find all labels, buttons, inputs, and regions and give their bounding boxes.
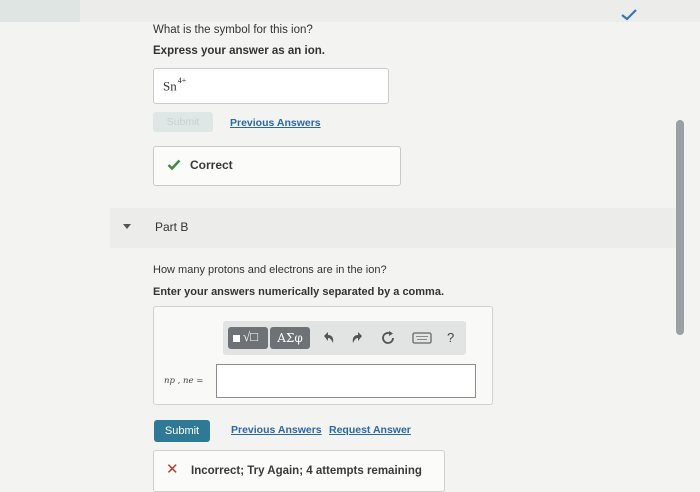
help-button[interactable]: ?	[447, 330, 454, 345]
part-a-instruction: Express your answer as an ion.	[153, 45, 325, 57]
reset-icon[interactable]	[380, 330, 396, 346]
undo-icon[interactable]	[320, 330, 336, 346]
part-b-question: How many protons and electrons are in th…	[153, 264, 387, 276]
variable-label: np , ne =	[164, 376, 204, 386]
radical-icon: √□	[243, 329, 258, 344]
part-b-previous-answers-link[interactable]: Previous Answers	[231, 424, 322, 436]
math-toolbar: √□ ΑΣφ ?	[223, 321, 466, 355]
check-icon	[167, 159, 181, 171]
template-square-icon	[233, 335, 240, 342]
answer-charge: 4+	[177, 76, 187, 85]
part-b-feedback: ✕ Incorrect; Try Again; 4 attempts remai…	[153, 450, 445, 492]
answer-base: Sn	[163, 78, 177, 94]
templates-button[interactable]: √□	[228, 327, 268, 349]
feedback-text: Correct	[190, 158, 233, 172]
part-a-answer-field[interactable]: Sn4+	[153, 68, 389, 104]
part-b-submit-button[interactable]: Submit	[154, 420, 210, 442]
top-band	[0, 0, 700, 22]
part-a-status-check-icon	[621, 9, 637, 21]
part-b-instruction: Enter your answers numerically separated…	[153, 286, 445, 298]
redo-icon[interactable]	[350, 330, 366, 346]
part-b-header[interactable]	[110, 208, 676, 248]
collapse-caret-icon[interactable]	[123, 224, 131, 229]
incorrect-x-icon: ✕	[166, 461, 179, 478]
request-answer-link[interactable]: Request Answer	[329, 424, 411, 436]
greek-symbols-button[interactable]: ΑΣφ	[270, 327, 310, 349]
part-a-previous-answers-link[interactable]: Previous Answers	[230, 117, 321, 129]
part-b-title: Part B	[155, 220, 189, 234]
part-a-answer-value: Sn4+	[163, 76, 187, 94]
part-a-feedback: Correct	[153, 146, 401, 186]
scrollbar[interactable]	[676, 120, 684, 335]
part-a-question: What is the symbol for this ion?	[153, 24, 313, 36]
feedback-text: Incorrect; Try Again; 4 attempts remaini…	[191, 465, 422, 477]
keyboard-icon[interactable]	[412, 330, 432, 346]
top-band-left	[0, 0, 80, 22]
protons-electrons-input[interactable]	[216, 364, 476, 398]
part-a-submit-button[interactable]: Submit	[153, 112, 213, 132]
